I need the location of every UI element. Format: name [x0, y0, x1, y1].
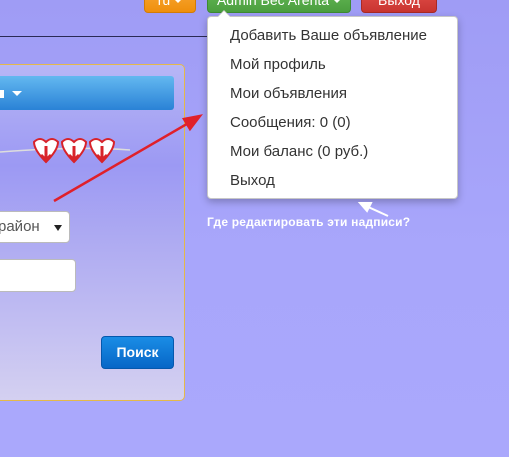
divider-line	[0, 36, 213, 37]
language-dropdown-button[interactable]: ru	[144, 0, 196, 13]
menu-item-logout[interactable]: Выход	[208, 170, 457, 199]
dropdown-caret-fill	[218, 11, 230, 17]
menu-item-messages[interactable]: Сообщения: 0 (0)	[208, 112, 457, 141]
chevron-down-icon	[174, 0, 183, 4]
logout-button[interactable]: Выход	[361, 0, 437, 13]
menu-item-my-ads[interactable]: Мои объявления	[208, 83, 457, 112]
district-select[interactable]: район	[0, 211, 70, 243]
user-menu-label: Admin Bec Arenta	[216, 0, 330, 8]
chevron-down-icon	[333, 0, 342, 4]
chevron-down-icon	[54, 225, 62, 231]
search-button[interactable]: Поиск	[101, 336, 174, 369]
hearts-decoration	[0, 138, 131, 164]
menu-item-add-ad[interactable]: Добавить Ваше объявление	[208, 25, 457, 54]
search-input[interactable]	[0, 259, 76, 292]
menu-item-balance[interactable]: Мои баланс (0 руб.)	[208, 141, 457, 170]
user-dropdown-menu: Добавить Ваше объявление Мой профиль Мои…	[207, 10, 458, 199]
language-label: ru	[157, 0, 171, 8]
menu-item-profile[interactable]: Мой профиль	[208, 54, 457, 83]
panel-header[interactable]	[0, 76, 174, 110]
chevron-down-icon	[12, 91, 22, 96]
annotation-hint-text: Где редактировать эти надписи?	[207, 215, 411, 229]
district-select-value: район	[0, 218, 40, 235]
header-marker	[0, 90, 4, 98]
logout-label: Выход	[378, 0, 420, 8]
